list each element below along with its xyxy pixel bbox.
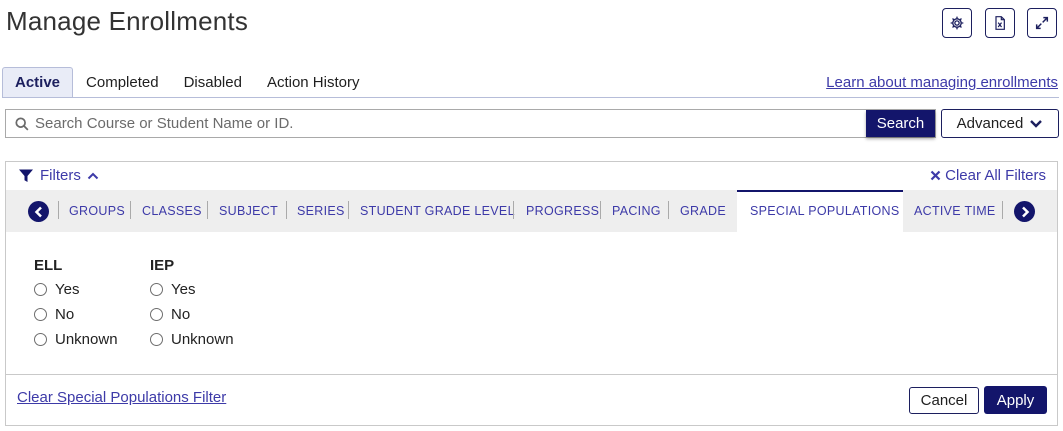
category-divider (600, 201, 601, 219)
category-next-button[interactable] (1014, 201, 1035, 222)
category-divider (130, 201, 131, 219)
tab-disabled[interactable]: Disabled (172, 67, 254, 97)
radio-button[interactable] (150, 333, 163, 346)
category-pacing[interactable]: PACING (612, 190, 661, 232)
fullscreen-button[interactable] (1027, 8, 1057, 38)
category-special-populations[interactable]: SPECIAL POPULATIONS (750, 190, 900, 232)
chevron-right-icon (1021, 206, 1029, 217)
tabs-divider (2, 97, 1059, 98)
radio-button[interactable] (150, 283, 163, 296)
category-divider (668, 201, 669, 219)
learn-link[interactable]: Learn about managing enrollments (826, 74, 1058, 91)
category-student-grade-level[interactable]: STUDENT GRADE LEVEL (360, 190, 515, 232)
option-label: No (171, 306, 191, 323)
chevron-up-icon (87, 172, 99, 179)
tab-action-history[interactable]: Action History (255, 67, 372, 97)
close-icon (930, 170, 941, 181)
iep-option-yes[interactable]: Yes (150, 281, 195, 298)
radio-button[interactable] (34, 283, 47, 296)
search-icon (15, 116, 29, 131)
advanced-label: Advanced (956, 115, 1024, 132)
filters-label: Filters (40, 167, 81, 184)
option-label: No (55, 306, 75, 323)
radio-button[interactable] (34, 333, 47, 346)
enrollment-tabs: Active Completed Disabled Action History (2, 67, 372, 97)
clear-all-label: Clear All Filters (945, 167, 1046, 184)
page-title: Manage Enrollments (6, 6, 249, 36)
category-divider (286, 201, 287, 219)
excel-export-icon (995, 16, 1005, 30)
search-button[interactable]: Search (866, 110, 935, 137)
apply-button[interactable]: Apply (984, 386, 1047, 414)
iep-option-unknown[interactable]: Unknown (150, 331, 234, 348)
category-grade[interactable]: GRADE (680, 190, 726, 232)
category-divider (58, 201, 59, 219)
option-label: Unknown (171, 331, 234, 348)
settings-button[interactable] (942, 8, 972, 38)
category-divider (513, 201, 514, 219)
option-label: Yes (171, 281, 196, 298)
iep-option-no[interactable]: No (150, 306, 190, 323)
clear-special-populations-link[interactable]: Clear Special Populations Filter (17, 389, 226, 406)
gear-icon (950, 16, 964, 30)
filters-toggle[interactable]: Filters (18, 167, 99, 184)
expand-icon (1035, 16, 1049, 30)
cancel-button[interactable]: Cancel (909, 387, 979, 414)
export-excel-button[interactable] (985, 8, 1015, 38)
category-prev-button[interactable] (28, 201, 49, 222)
search-box (5, 109, 936, 138)
ell-option-no[interactable]: No (34, 306, 74, 323)
category-series[interactable]: SERIES (297, 190, 345, 232)
category-classes[interactable]: CLASSES (142, 190, 202, 232)
category-divider (1002, 201, 1003, 219)
advanced-button[interactable]: Advanced (941, 109, 1059, 138)
search-input[interactable] (35, 115, 935, 132)
chevron-left-icon (34, 206, 42, 217)
ell-option-yes[interactable]: Yes (34, 281, 79, 298)
category-active-time[interactable]: ACTIVE TIME (914, 190, 996, 232)
panel-divider (6, 374, 1057, 375)
filter-icon (19, 169, 33, 182)
radio-button[interactable] (150, 308, 163, 321)
chevron-down-icon (1030, 119, 1043, 128)
ell-option-unknown[interactable]: Unknown (34, 331, 118, 348)
category-divider (348, 201, 349, 219)
category-progress[interactable]: PROGRESS (526, 190, 599, 232)
tab-completed[interactable]: Completed (74, 67, 171, 97)
option-label: Yes (55, 281, 80, 298)
category-divider (207, 201, 208, 219)
category-groups[interactable]: GROUPS (69, 190, 125, 232)
category-subject[interactable]: SUBJECT (219, 190, 278, 232)
ell-group-label: ELL (34, 257, 63, 274)
tab-active[interactable]: Active (2, 67, 74, 97)
clear-all-filters-button[interactable]: Clear All Filters (930, 167, 1046, 184)
radio-button[interactable] (34, 308, 47, 321)
iep-group-label: IEP (150, 257, 175, 274)
option-label: Unknown (55, 331, 118, 348)
